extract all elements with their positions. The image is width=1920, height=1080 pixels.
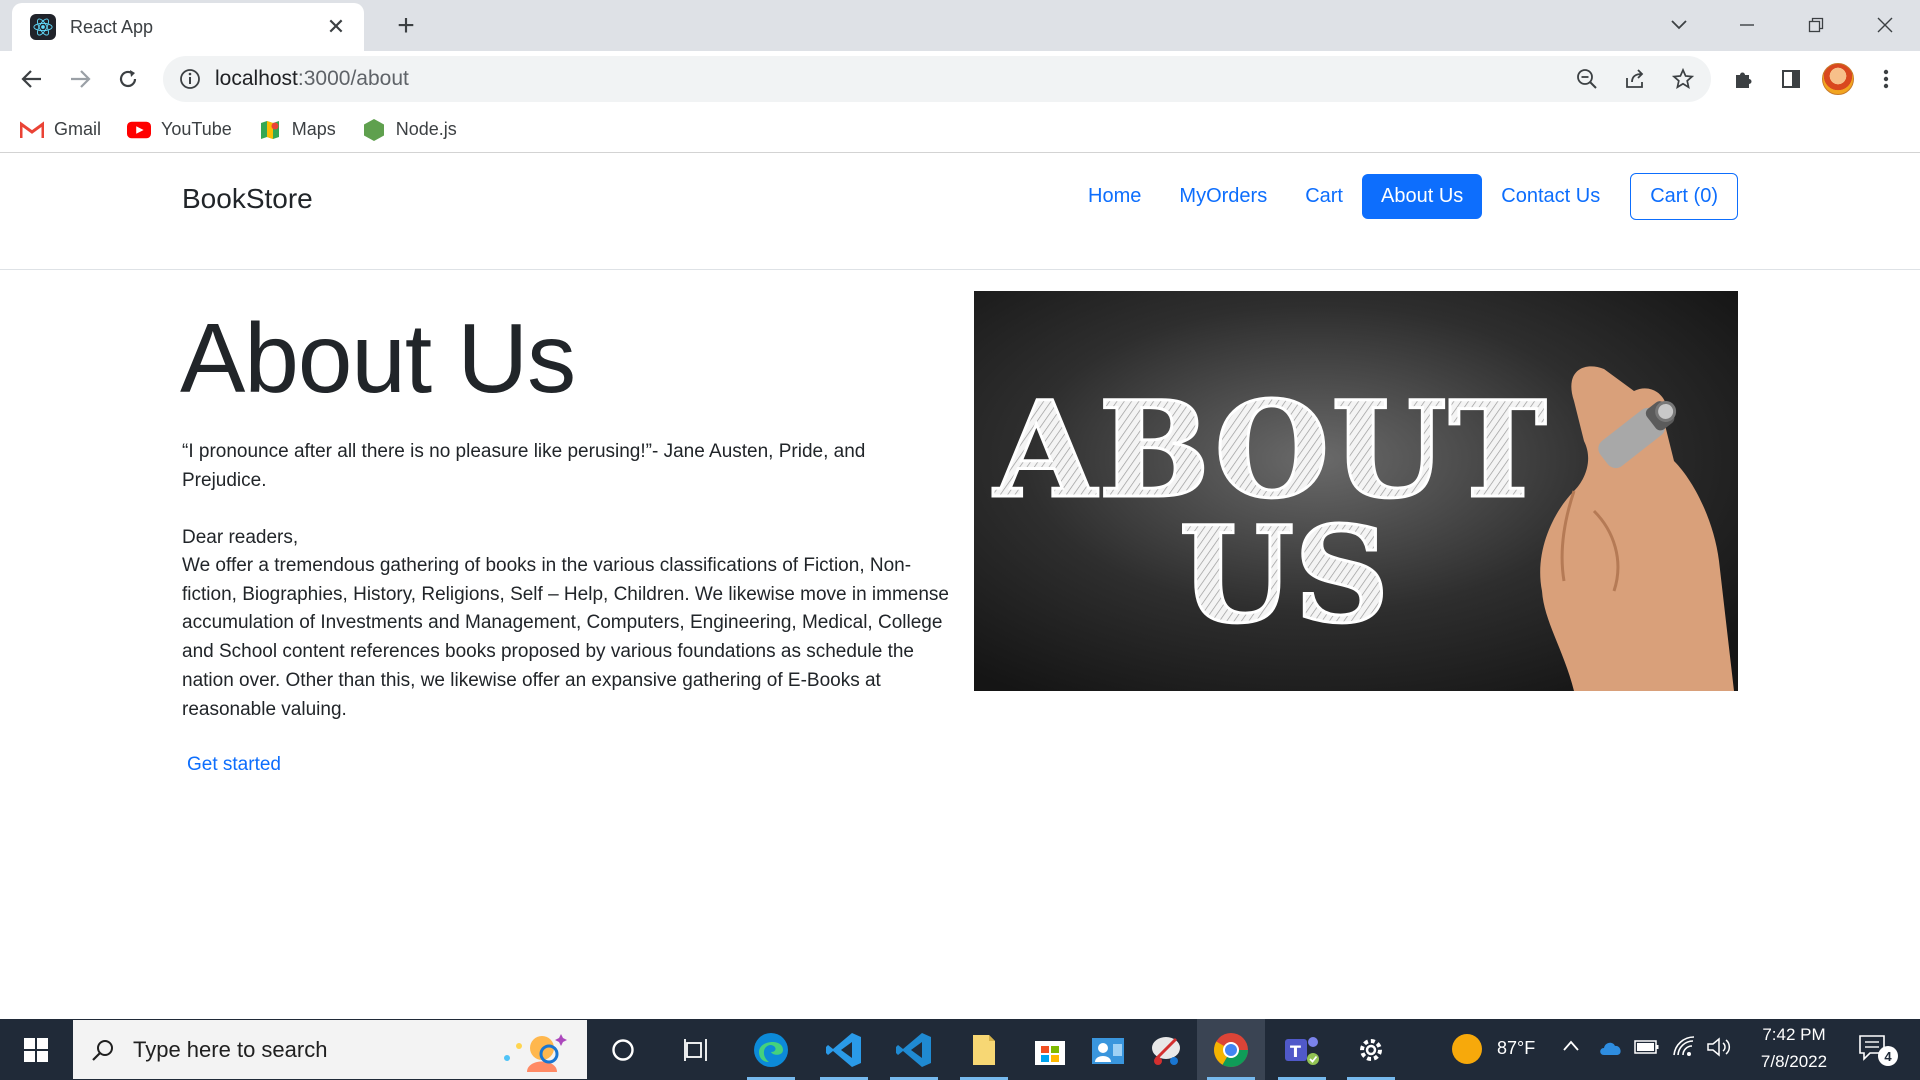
page-viewport: BookStore Home MyOrders Cart About Us Co… [0,154,1920,1019]
url-text[interactable]: localhost:3000/about [215,67,409,91]
about-body-text: We offer a tremendous gathering of books… [182,555,949,720]
nav-home[interactable]: Home [1069,174,1160,219]
bookmark-nodejs[interactable]: Node.js [362,118,457,142]
forward-icon[interactable] [62,61,98,97]
bookmark-maps[interactable]: Maps [258,118,336,142]
clock-date[interactable]: 7/8/2022 [1748,1052,1840,1072]
search-icon [92,1039,113,1061]
browser-tab-strip: React App ✕ + [0,0,1920,51]
share-icon[interactable] [1618,62,1652,96]
tab-title: React App [70,16,154,37]
reload-icon[interactable] [110,61,146,97]
windows-logo-icon [24,1037,48,1062]
nav-cart[interactable]: Cart [1286,174,1362,219]
side-panel-icon[interactable] [1773,61,1809,97]
bookmark-youtube[interactable]: YouTube [127,118,232,142]
search-highlight-icon [497,1028,569,1072]
tab-search-icon[interactable] [1662,8,1696,42]
clock-time[interactable]: 7:42 PM [1754,1025,1834,1045]
cortana-icon[interactable] [589,1019,657,1080]
minimize-icon[interactable] [1730,8,1764,42]
new-tab-button[interactable]: + [390,9,422,42]
nodejs-icon [362,118,386,142]
close-tab-icon[interactable]: ✕ [324,15,348,39]
svg-text:T: T [1290,1042,1301,1061]
teams-icon[interactable]: T [1268,1019,1336,1080]
windows-taskbar: Type here to search T 87°F 7:42 PM 7/8/2… [0,1019,1920,1080]
bookmarks-bar: Gmail YouTube Maps Node.js [0,107,1920,153]
notification-count-badge: 4 [1878,1046,1898,1066]
edge-icon[interactable] [737,1019,805,1080]
page-title: About Us [180,303,576,413]
volume-icon[interactable] [1706,1036,1732,1063]
nav-contact-us[interactable]: Contact Us [1482,174,1619,219]
close-window-icon[interactable] [1868,8,1902,42]
svg-text:US: US [1179,498,1389,653]
nav-about-us[interactable]: About Us [1362,174,1483,219]
brand-logo[interactable]: BookStore [182,183,313,215]
nav-links: Home MyOrders Cart About Us Contact Us C… [1069,173,1738,220]
zoom-icon[interactable] [1570,62,1604,96]
greeting-text: Dear readers, [182,527,299,548]
wifi-icon[interactable] [1672,1035,1696,1062]
bookmark-gmail[interactable]: Gmail [20,118,101,142]
browser-tab[interactable]: React App ✕ [12,3,364,51]
extensions-icon[interactable] [1725,61,1761,97]
chrome-icon[interactable] [1197,1019,1265,1080]
vscode-icon[interactable] [810,1019,878,1080]
profile-avatar[interactable] [1820,61,1856,97]
about-us-hero-image: ABOUT US [974,291,1738,691]
get-started-link[interactable]: Get started [187,754,281,776]
quote-text: “I pronounce after all there is no pleas… [182,441,866,491]
bookmark-star-icon[interactable] [1666,62,1700,96]
youtube-icon [127,118,152,142]
cart-button[interactable]: Cart (0) [1630,173,1738,220]
notification-center-icon[interactable]: 4 [1858,1034,1898,1068]
weather-sun-icon[interactable] [1452,1034,1482,1064]
back-icon[interactable] [14,61,50,97]
site-info-icon[interactable] [177,66,203,92]
taskbar-search-box[interactable]: Type here to search [73,1020,587,1079]
onedrive-icon[interactable] [1598,1039,1624,1062]
search-placeholder: Type here to search [133,1036,328,1062]
file-explorer-icon[interactable] [950,1019,1018,1080]
task-view-icon[interactable] [662,1019,730,1080]
react-icon [30,14,56,40]
restore-icon[interactable] [1799,8,1833,42]
maps-icon [258,118,282,142]
settings-gear-icon[interactable] [1337,1019,1405,1080]
chevron-up-icon[interactable] [1562,1039,1580,1058]
snipping-tool-icon[interactable] [1132,1019,1200,1080]
nav-myorders[interactable]: MyOrders [1160,174,1286,219]
chrome-menu-icon[interactable] [1868,61,1904,97]
gmail-icon [20,118,44,142]
vscode-insiders-icon[interactable] [880,1019,948,1080]
weather-temperature[interactable]: 87°F [1497,1038,1535,1059]
start-button[interactable] [0,1019,72,1080]
site-navbar: BookStore Home MyOrders Cart About Us Co… [0,154,1920,270]
battery-icon[interactable] [1634,1039,1660,1060]
address-bar[interactable]: localhost:3000/about [163,56,1711,102]
browser-toolbar: localhost:3000/about [0,51,1920,107]
